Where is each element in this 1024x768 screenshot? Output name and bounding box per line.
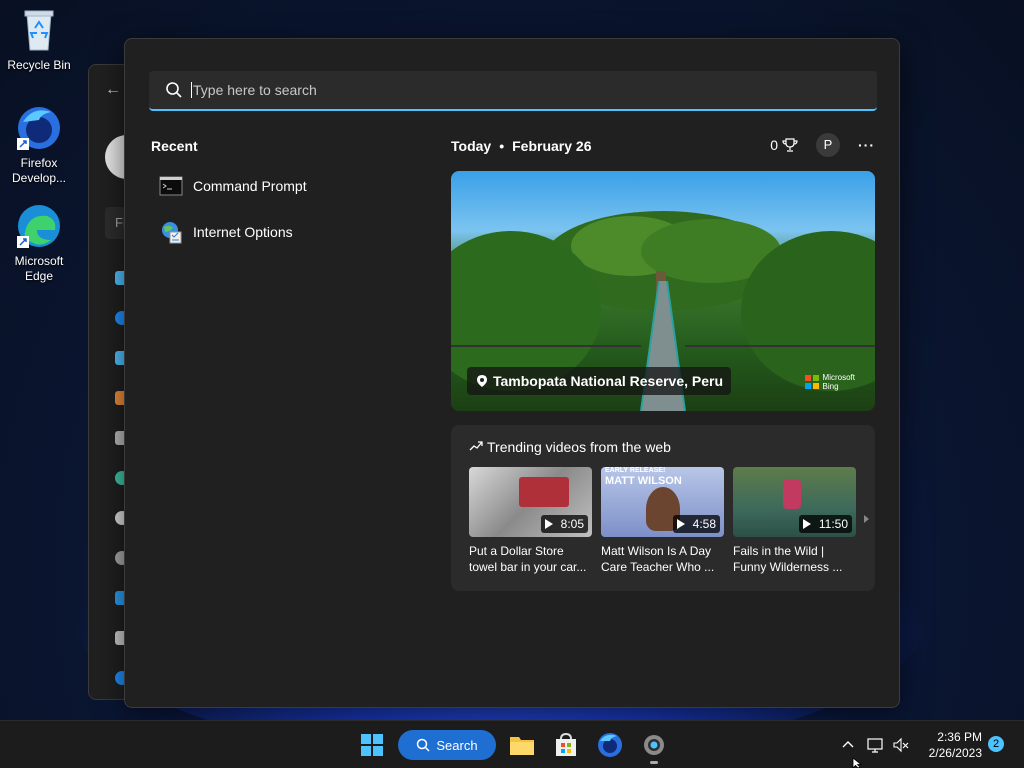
edge-icon <box>15 202 63 250</box>
windows-logo-icon <box>361 734 383 756</box>
running-indicator <box>650 761 658 764</box>
thumbnail-object <box>519 477 569 507</box>
network-tray-button[interactable] <box>866 736 884 754</box>
volume-muted-icon <box>893 737 909 753</box>
bing-brand-line2: Bing <box>822 382 839 391</box>
video-duration-text: 4:58 <box>692 517 716 531</box>
internet-options-icon <box>159 220 183 244</box>
thumbnail-badge: EARLY RELEASE! <box>605 467 666 474</box>
mouse-cursor-icon <box>852 758 863 768</box>
more-options-icon[interactable]: ··· <box>858 137 875 153</box>
trending-videos-card: Trending videos from the web 8:05 Put a … <box>451 425 875 591</box>
clock-time: 2:36 PM <box>937 730 982 744</box>
taskbar-search-label: Search <box>436 737 478 753</box>
clock-date: 2/26/2023 <box>928 746 982 760</box>
today-label: Today <box>451 138 492 154</box>
play-icon <box>676 519 685 529</box>
firefox-dev-icon <box>15 104 63 152</box>
gear-icon <box>644 735 664 755</box>
desktop-icon-label-text: Firefox Develop... <box>11 156 67 185</box>
recent-title: Recent <box>151 138 198 154</box>
command-prompt-icon <box>159 174 183 198</box>
folder-icon <box>510 737 534 755</box>
video-card[interactable]: EARLY RELEASE! MATT WILSON 4:58 Matt Wil… <box>601 467 724 575</box>
file-explorer-button[interactable] <box>508 731 536 759</box>
search-panel: Recent Command Prompt Internet Options T… <box>124 38 900 708</box>
video-duration: 4:58 <box>672 515 720 533</box>
store-icon <box>556 732 576 756</box>
video-title: Matt Wilson Is A Day Care Teacher Who ..… <box>601 544 715 574</box>
video-card[interactable]: 8:05 Put a Dollar Store towel bar in you… <box>469 467 592 575</box>
chevron-up-icon <box>842 741 854 748</box>
bing-brand-line1: Microsoft <box>822 373 855 382</box>
desktop-icon-recycle-bin[interactable]: Recycle Bin <box>2 6 76 73</box>
search-icon <box>417 738 430 752</box>
desktop-icon-label: Recycle Bin <box>7 58 71 72</box>
microsoft-logo-icon <box>804 375 819 389</box>
trending-title-text: Trending videos from the web <box>487 439 671 455</box>
thumbnail-person <box>783 479 801 509</box>
recent-item-label: Command Prompt <box>193 178 307 194</box>
play-icon <box>802 519 811 529</box>
recent-item-internet-options[interactable]: Internet Options <box>159 217 293 247</box>
location-caption[interactable]: Tambopata National Reserve, Peru <box>467 367 732 395</box>
video-thumbnail: 11:50 <box>733 467 856 537</box>
network-icon <box>867 738 883 753</box>
video-duration-text: 11:50 <box>818 517 848 531</box>
recycle-bin-icon <box>15 6 63 54</box>
thumbnail-text: MATT WILSON <box>605 475 682 487</box>
carousel-next-icon[interactable] <box>864 515 869 523</box>
recent-item-command-prompt[interactable]: Command Prompt <box>159 171 307 201</box>
firefox-dev-icon <box>598 733 622 757</box>
search-input[interactable] <box>191 82 791 98</box>
desktop-icon-label: Microsoft Edge <box>14 254 64 283</box>
video-title: Fails in the Wild | Funny Wilderness ... <box>733 544 843 574</box>
header-actions: 0 P ··· <box>770 133 875 157</box>
trending-title[interactable]: Trending videos from the web <box>469 439 671 455</box>
desktop-icon-label: Firefox Develop... <box>2 156 76 186</box>
video-title: Put a Dollar Store towel bar in your car… <box>469 544 587 574</box>
volume-tray-button[interactable] <box>892 736 910 754</box>
profile-button[interactable]: P <box>816 133 840 157</box>
video-duration: 8:05 <box>540 515 588 533</box>
rewards-points: 0 <box>770 137 778 153</box>
recent-item-label: Internet Options <box>193 224 293 240</box>
play-icon <box>544 519 553 529</box>
video-duration-text: 8:05 <box>560 517 584 531</box>
trending-arrow-icon <box>469 441 483 451</box>
video-thumbnail: EARLY RELEASE! MATT WILSON 4:58 <box>601 467 724 537</box>
hero-image-card[interactable]: Tambopata National Reserve, Peru Microso… <box>451 171 875 411</box>
show-hidden-icons-button[interactable] <box>840 736 856 752</box>
video-duration: 11:50 <box>798 515 852 533</box>
trophy-icon <box>782 138 798 152</box>
search-icon <box>166 82 182 98</box>
back-arrow-icon[interactable]: ← <box>105 81 121 99</box>
microsoft-bing-logo: Microsoft Bing <box>804 373 855 391</box>
settings-taskbar-button[interactable] <box>640 731 668 764</box>
taskbar: Search 2:36 PM 2/26/2023 <box>0 720 1024 768</box>
notification-badge[interactable]: 2 <box>988 736 1004 752</box>
today-header: Today • February 26 <box>451 138 591 154</box>
clock[interactable]: 2:36 PM 2/26/2023 <box>922 729 982 761</box>
taskbar-search-button[interactable]: Search <box>398 730 496 760</box>
desktop-icon-edge[interactable]: Microsoft Edge <box>2 202 76 284</box>
start-button[interactable] <box>358 731 386 759</box>
rewards-button[interactable]: 0 <box>770 137 798 153</box>
video-thumbnail: 8:05 <box>469 467 592 537</box>
date-label: February 26 <box>512 138 592 154</box>
search-box[interactable] <box>149 71 877 111</box>
bullet-separator: • <box>499 138 505 154</box>
microsoft-store-button[interactable] <box>552 731 580 759</box>
firefox-taskbar-button[interactable] <box>596 731 624 759</box>
video-card[interactable]: 11:50 Fails in the Wild | Funny Wilderne… <box>733 467 856 575</box>
location-pin-icon <box>477 375 487 387</box>
location-caption-text: Tambopata National Reserve, Peru <box>493 373 724 389</box>
desktop-icon-firefox-dev[interactable]: Firefox Develop... <box>2 104 76 186</box>
